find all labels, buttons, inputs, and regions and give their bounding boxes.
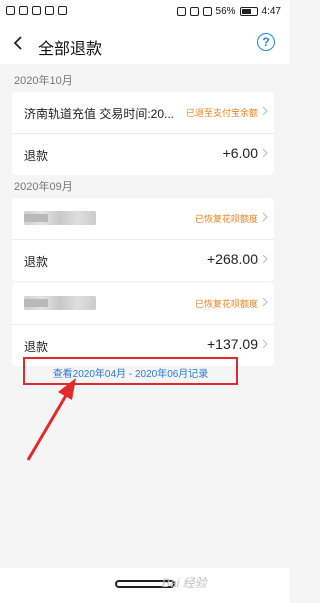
nfc-icon xyxy=(32,6,41,15)
refund-status: 已恢复花呗额度 xyxy=(194,299,258,309)
status-icons-right: 56% 4:47 xyxy=(176,6,281,17)
alarm-icon xyxy=(176,7,186,16)
refund-label: 退款 xyxy=(24,149,49,163)
refund-detail-row[interactable]: 已恢复花呗额度 xyxy=(12,283,274,325)
help-icon[interactable]: ? xyxy=(257,33,275,51)
battery-icon xyxy=(239,7,258,16)
notification-icon xyxy=(58,6,67,15)
header-bar: 全部退款 ? xyxy=(0,24,289,64)
watermark: Bai 经验 xyxy=(162,576,207,590)
section-title-oct: 2020年10月 xyxy=(14,75,73,87)
status-time: 4:47 xyxy=(261,6,281,17)
chevron-right-icon xyxy=(262,297,268,307)
section-title-sep: 2020年09月 xyxy=(14,181,73,193)
status-bar: 56% 4:47 xyxy=(0,0,289,24)
refund-status: 已恢复花呗额度 xyxy=(194,214,258,224)
vibrate-icon xyxy=(189,7,199,16)
chevron-right-icon xyxy=(262,339,268,349)
hd-icon xyxy=(6,6,15,15)
chevron-right-icon xyxy=(262,148,268,158)
refund-card[interactable]: 已恢复花呗额度 退款 +268.00 xyxy=(12,198,274,281)
blurred-merchant-name xyxy=(24,296,96,310)
wifi-icon xyxy=(202,7,212,16)
refund-detail-row[interactable]: 济南轨道充值 交易时间:20... 已退至支付宝余额 xyxy=(12,92,274,134)
page-title: 全部退款 xyxy=(38,41,103,58)
battery-percentage: 56% xyxy=(215,6,236,17)
refund-label: 退款 xyxy=(24,255,49,269)
chevron-right-icon xyxy=(262,254,268,264)
refund-card[interactable]: 济南轨道充值 交易时间:20... 已退至支付宝余额 退款 +6.00 xyxy=(12,92,274,175)
refund-amount-row[interactable]: 退款 +6.00 xyxy=(12,134,274,175)
chevron-right-icon xyxy=(262,212,268,222)
status-icons-left xyxy=(6,6,67,15)
refund-amount: +268.00 xyxy=(207,251,258,267)
refund-card[interactable]: 已恢复花呗额度 退款 +137.09 xyxy=(12,283,274,366)
bottom-bar: Bai 经验 xyxy=(0,568,289,603)
refund-amount-row[interactable]: 退款 +268.00 xyxy=(12,240,274,281)
transaction-name: 济南轨道充值 交易时间:20... xyxy=(24,107,175,121)
refund-label: 退款 xyxy=(24,340,49,354)
refund-amount: +6.00 xyxy=(222,145,258,161)
back-arrow-icon[interactable] xyxy=(10,34,28,52)
refund-amount: +137.09 xyxy=(207,336,258,352)
chevron-right-icon xyxy=(262,106,268,116)
signal-icon xyxy=(19,6,28,15)
annotation-arrow-icon xyxy=(26,378,76,461)
blurred-merchant-name xyxy=(24,211,96,225)
refund-status: 已退至支付宝余额 xyxy=(185,108,258,118)
location-icon xyxy=(45,6,54,15)
refund-detail-row[interactable]: 已恢复花呗额度 xyxy=(12,198,274,240)
